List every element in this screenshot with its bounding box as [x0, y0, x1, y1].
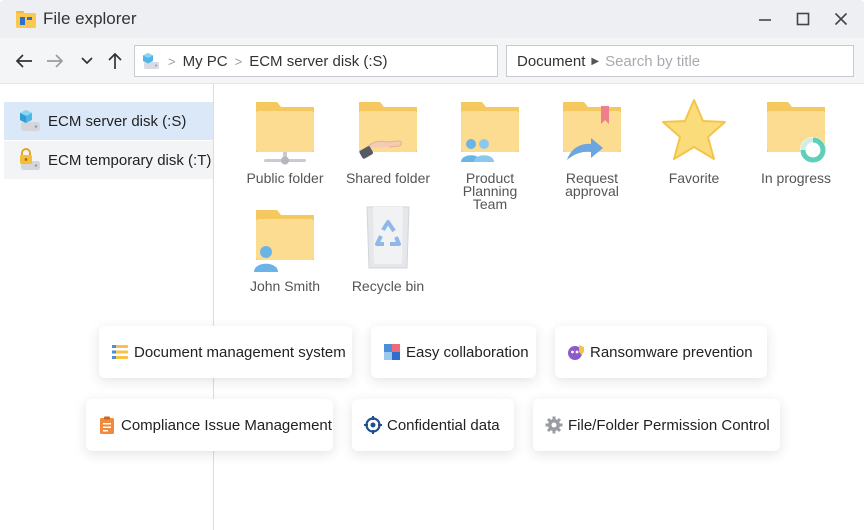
- file-explorer-window: File explorer > My PC > ECM server disk …: [0, 0, 864, 530]
- file-label: Shared folder: [345, 170, 431, 186]
- minimize-icon: [759, 19, 771, 21]
- arrow-right-icon: [47, 54, 64, 68]
- feature-label: Confidential data: [387, 416, 500, 434]
- breadcrumb-root[interactable]: My PC: [183, 53, 228, 70]
- arrow-left-icon: [15, 54, 32, 68]
- close-button[interactable]: [828, 6, 854, 32]
- file-item-public-folder[interactable]: Public folder: [239, 96, 331, 185]
- file-label: Recycle bin: [351, 278, 425, 294]
- file-label: Public folder: [246, 170, 324, 186]
- feature-label: Compliance Issue Management: [121, 416, 332, 434]
- file-item-shared-folder[interactable]: Shared folder: [342, 96, 434, 185]
- file-item-request-approval[interactable]: Request approval: [546, 96, 638, 198]
- minimize-button[interactable]: [752, 6, 778, 32]
- file-label: In progress: [760, 170, 832, 186]
- maximize-icon: [796, 12, 810, 26]
- progress-folder-icon: [767, 102, 826, 163]
- chevron-right-icon: >: [234, 53, 243, 69]
- document-stack-icon: [112, 345, 128, 359]
- sidebar-item-ecm-temporary-disk[interactable]: ECM temporary disk (:T): [4, 141, 213, 179]
- arrow-up-icon: [108, 52, 122, 69]
- feature-permission-control: File/Folder Permission Control: [533, 399, 780, 451]
- forward-button[interactable]: [44, 50, 66, 72]
- server-disk-icon: [143, 53, 159, 69]
- folder-app-icon: [16, 11, 36, 28]
- feature-label: File/Folder Permission Control: [568, 416, 770, 434]
- feature-confidential-data: Confidential data: [352, 399, 514, 451]
- locked-disk-icon: [20, 148, 40, 170]
- triangle-right-icon: ▶: [591, 55, 600, 67]
- breadcrumb-current[interactable]: ECM server disk (:S): [249, 53, 387, 70]
- address-bar[interactable]: > My PC > ECM server disk (:S): [134, 45, 498, 77]
- feature-easy-collaboration: Easy collaboration: [371, 326, 536, 378]
- chevron-down-icon: [81, 57, 93, 65]
- feature-label: Ransomware prevention: [590, 343, 753, 361]
- title-bar: File explorer: [0, 0, 864, 38]
- recent-locations-button[interactable]: [76, 50, 98, 72]
- file-label: Request approval: [565, 170, 619, 199]
- file-label: Product Planning Team: [462, 170, 518, 212]
- file-item-product-planning-team[interactable]: Product Planning Team: [444, 96, 536, 211]
- pane-divider[interactable]: [213, 84, 214, 530]
- window-title: File explorer: [43, 9, 137, 28]
- search-input[interactable]: [605, 52, 836, 70]
- star-icon: [662, 99, 726, 160]
- feature-label: Easy collaboration: [406, 343, 529, 361]
- shared-folder-icon: [359, 102, 417, 159]
- feature-document-management: Document management system: [99, 326, 352, 378]
- search-scope-dropdown[interactable]: Document: [517, 53, 585, 70]
- sidebar-item-ecm-server-disk[interactable]: ECM server disk (:S): [4, 102, 213, 140]
- sidebar-item-label: ECM temporary disk (:T): [48, 151, 212, 169]
- search-box[interactable]: Document ▶: [506, 45, 854, 77]
- file-item-recycle-bin[interactable]: Recycle bin: [342, 204, 434, 293]
- sidebar: ECM server disk (:S) ECM temporary disk …: [0, 84, 213, 530]
- feature-label: Document management system: [134, 343, 346, 361]
- file-item-favorite[interactable]: Favorite: [648, 96, 740, 185]
- file-label: John Smith: [249, 278, 321, 294]
- collaboration-icon: [384, 344, 400, 360]
- file-item-in-progress[interactable]: In progress: [750, 96, 842, 185]
- file-item-john-smith[interactable]: John Smith: [239, 204, 331, 293]
- maximize-button[interactable]: [790, 6, 816, 32]
- chevron-right-icon: >: [168, 53, 176, 69]
- team-folder-icon: [461, 102, 519, 162]
- gear-icon: [545, 416, 563, 434]
- navigation-bar: > My PC > ECM server disk (:S) Document …: [0, 38, 864, 84]
- virus-shield-icon: [568, 345, 584, 360]
- feature-ransomware-prevention: Ransomware prevention: [555, 326, 767, 378]
- server-disk-icon: [20, 110, 40, 131]
- back-button[interactable]: [13, 50, 35, 72]
- feature-compliance-issue-management: Compliance Issue Management: [86, 399, 333, 451]
- up-button[interactable]: [104, 50, 126, 72]
- user-folder-icon: [254, 210, 314, 272]
- approval-folder-icon: [563, 102, 621, 160]
- clipboard-icon: [100, 416, 114, 434]
- file-label: Favorite: [668, 170, 720, 186]
- sidebar-item-label: ECM server disk (:S): [48, 112, 187, 130]
- target-lock-icon: [364, 416, 382, 434]
- close-icon: [834, 12, 848, 26]
- network-folder-icon: [256, 102, 314, 165]
- recycle-bin-icon: [366, 206, 410, 269]
